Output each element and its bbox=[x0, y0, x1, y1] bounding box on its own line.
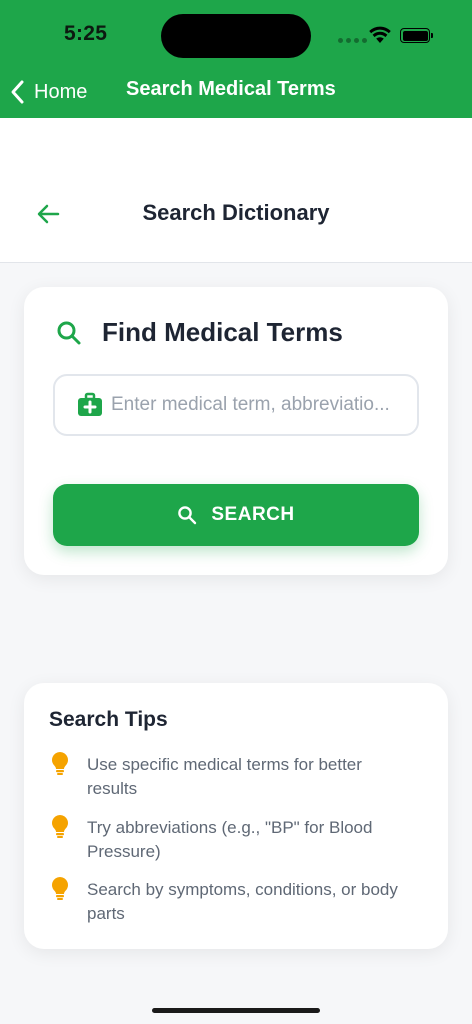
tip-text: Search by symptoms, conditions, or body … bbox=[87, 880, 398, 923]
wifi-icon bbox=[369, 26, 391, 43]
tip-item: Use specific medical terms for better re… bbox=[51, 752, 411, 801]
lightbulb-icon bbox=[52, 877, 68, 900]
top-bar: 5:25 Home Search Medical Terms bbox=[0, 0, 472, 118]
search-button-label: SEARCH bbox=[211, 504, 295, 525]
search-field[interactable] bbox=[53, 374, 419, 436]
tip-item: Try abbreviations (e.g., "BP" for Blood … bbox=[51, 815, 411, 864]
search-card-title: Find Medical Terms bbox=[102, 317, 343, 347]
nav-back-label: Home bbox=[34, 80, 88, 103]
page-header: Search Dictionary bbox=[0, 118, 472, 263]
nav-back-button[interactable]: Home bbox=[8, 74, 87, 110]
tip-text: Use specific medical terms for better re… bbox=[87, 755, 362, 798]
signal-icon bbox=[338, 38, 367, 43]
chevron-left-icon bbox=[11, 80, 24, 104]
search-icon bbox=[178, 506, 197, 525]
search-button[interactable]: SEARCH bbox=[53, 484, 419, 546]
nav-title: Search Medical Terms bbox=[126, 78, 336, 100]
search-input[interactable] bbox=[111, 394, 401, 416]
tips-title: Search Tips bbox=[49, 708, 168, 731]
lightbulb-icon bbox=[52, 815, 68, 838]
screen: 5:25 Home Search Medical Terms Search Di… bbox=[0, 0, 472, 1024]
search-icon bbox=[57, 321, 81, 344]
lightbulb-icon bbox=[52, 752, 68, 775]
page-title: Search Dictionary bbox=[142, 200, 330, 225]
tip-item: Search by symptoms, conditions, or body … bbox=[51, 877, 411, 926]
status-time: 5:25 bbox=[64, 22, 108, 45]
tip-text: Try abbreviations (e.g., "BP" for Blood … bbox=[87, 818, 373, 861]
home-indicator[interactable] bbox=[152, 1008, 320, 1013]
tips-card: Search Tips Use specific medical terms f… bbox=[24, 683, 448, 949]
medical-kit-icon bbox=[78, 392, 102, 416]
battery-icon bbox=[400, 28, 433, 43]
dynamic-island bbox=[161, 14, 311, 58]
search-card-header: Find Medical Terms bbox=[56, 317, 343, 348]
search-card: Find Medical Terms SEARCH bbox=[24, 287, 448, 575]
